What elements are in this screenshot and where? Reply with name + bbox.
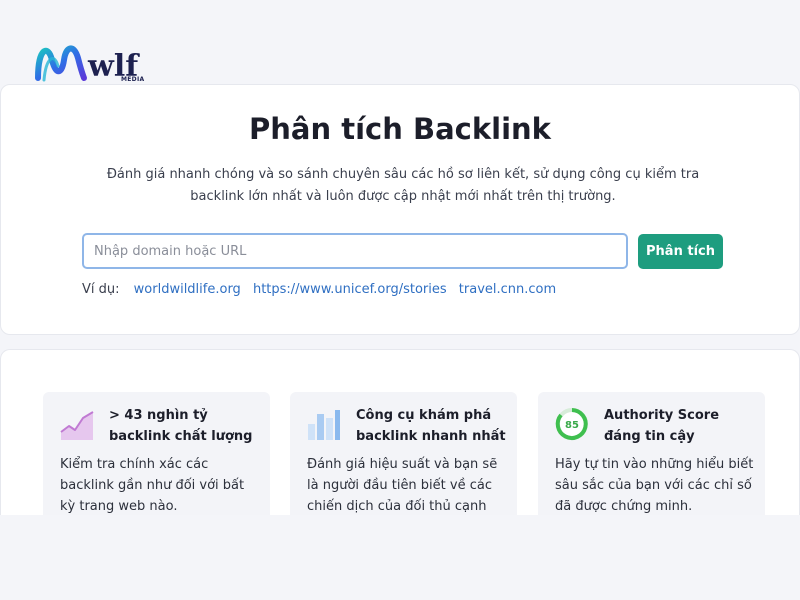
- authority-score-gauge-icon: 85: [555, 408, 588, 440]
- example-link-worldwildlife[interactable]: worldwildlife.org: [134, 282, 241, 297]
- feature-card-backlinks: > 43 nghìn tỷ backlink chất lượng Kiểm t…: [43, 392, 270, 515]
- feature-text: Hãy tự tin vào những hiểu biết sâu sắc c…: [555, 457, 754, 514]
- feature-text: Đánh giá hiệu suất và bạn sẽ là người đầ…: [307, 457, 498, 514]
- authority-score-value: 85: [565, 420, 579, 431]
- examples-label: Ví dụ:: [82, 282, 120, 297]
- feature-text: Kiểm tra chính xác các backlink gần như …: [60, 457, 245, 514]
- feature-title: > 43 nghìn tỷ backlink chất lượng: [109, 408, 253, 444]
- analyze-button[interactable]: Phân tích: [638, 234, 723, 269]
- feature-title: Công cụ khám phá backlink nhanh nhất: [356, 408, 506, 444]
- growth-chart-icon: [60, 411, 94, 440]
- example-link-unicef[interactable]: https://www.unicef.org/stories: [253, 282, 447, 297]
- hero-description: Đánh giá nhanh chóng và so sánh chuyên s…: [106, 167, 700, 204]
- logo-subtext: MEDIA: [121, 76, 145, 83]
- feature-card-speed: Công cụ khám phá backlink nhanh nhất Đán…: [290, 392, 517, 515]
- page-title: Phân tích Backlink: [249, 112, 551, 146]
- logo-icon: wlf: [35, 45, 140, 84]
- examples-row: Ví dụ: worldwildlife.org https://www.uni…: [82, 282, 564, 297]
- bar-chart-icon: [308, 410, 340, 440]
- feature-title: Authority Score đáng tin cậy: [604, 408, 720, 444]
- example-link-cnn[interactable]: travel.cnn.com: [459, 282, 556, 297]
- feature-card-authority: 85 Authority Score đáng tin cậy Hãy tự t…: [538, 392, 765, 515]
- features-panel: > 43 nghìn tỷ backlink chất lượng Kiểm t…: [0, 349, 800, 515]
- page-bottom-background: [0, 515, 800, 600]
- domain-search-input[interactable]: [82, 233, 628, 269]
